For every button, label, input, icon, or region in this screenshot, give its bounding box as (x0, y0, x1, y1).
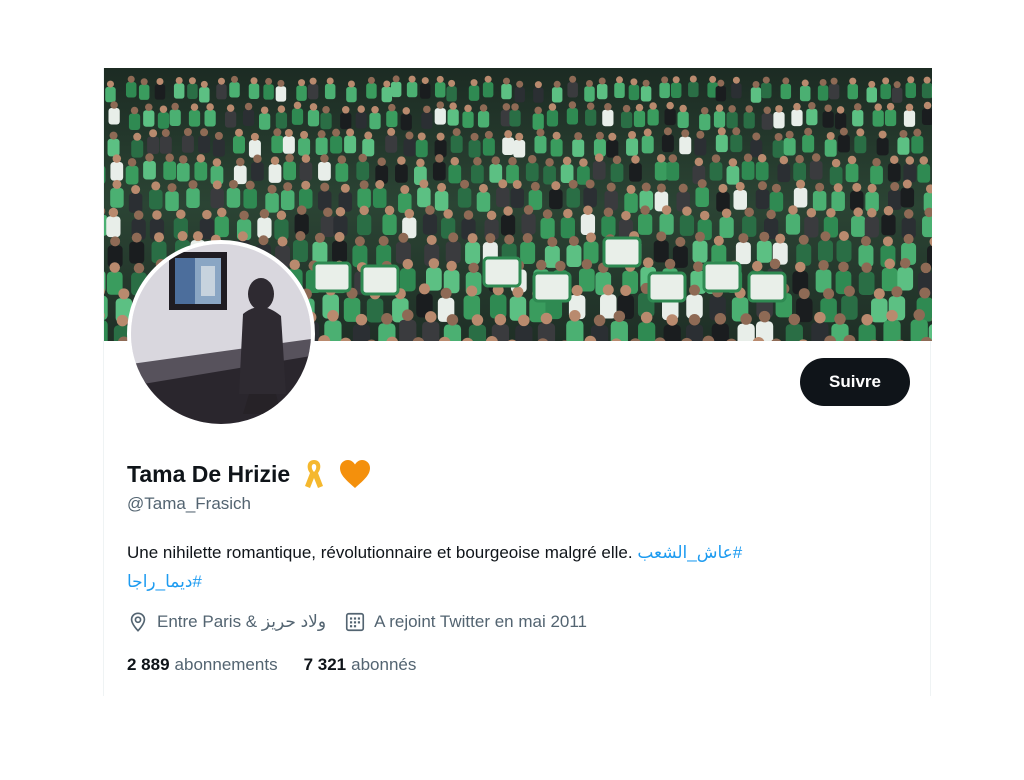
profile-meta: Entre Paris & ولاد حريز A rejoint Twitte… (127, 611, 587, 633)
profile-handle: @Tama_Frasich (127, 494, 252, 513)
profile-stats: 2 889 abonnements 7 321 abonnés (127, 655, 416, 675)
bio-hashtag-link[interactable]: #عاش_الشعب (637, 543, 742, 562)
profile-avatar[interactable] (127, 240, 315, 428)
follow-button[interactable]: Suivre (800, 358, 910, 406)
joined-item: A rejoint Twitter en mai 2011 (344, 611, 587, 633)
location-pin-icon (130, 612, 146, 632)
following-label: abonnements (174, 655, 278, 674)
bio-hashtag-link[interactable]: #ديما_راجا (127, 572, 202, 591)
calendar-icon (346, 612, 365, 632)
joined-text: A rejoint Twitter en mai 2011 (374, 612, 588, 631)
followers-label: abonnés (351, 655, 417, 674)
ribbon-icon (302, 458, 326, 490)
name-row: Tama De Hrizie (127, 458, 372, 490)
profile-card: Suivre Tama De Hrizie @Tama_Frasich Une … (103, 68, 932, 696)
location-item: Entre Paris & ولاد حريز (127, 611, 326, 633)
following-count: 2 889 (127, 655, 170, 674)
followers-link[interactable]: 7 321 abonnés (304, 655, 417, 675)
orange-heart-icon (338, 458, 372, 490)
followers-count: 7 321 (303, 655, 347, 674)
profile-bio: Une nihilette romantique, révolutionnair… (127, 538, 907, 596)
display-name: Tama De Hrizie (127, 460, 291, 487)
following-link[interactable]: 2 889 abonnements (127, 655, 278, 675)
bio-text: Une nihilette romantique, révolutionnair… (127, 543, 633, 562)
location-text: Entre Paris & ولاد حريز (157, 612, 327, 631)
